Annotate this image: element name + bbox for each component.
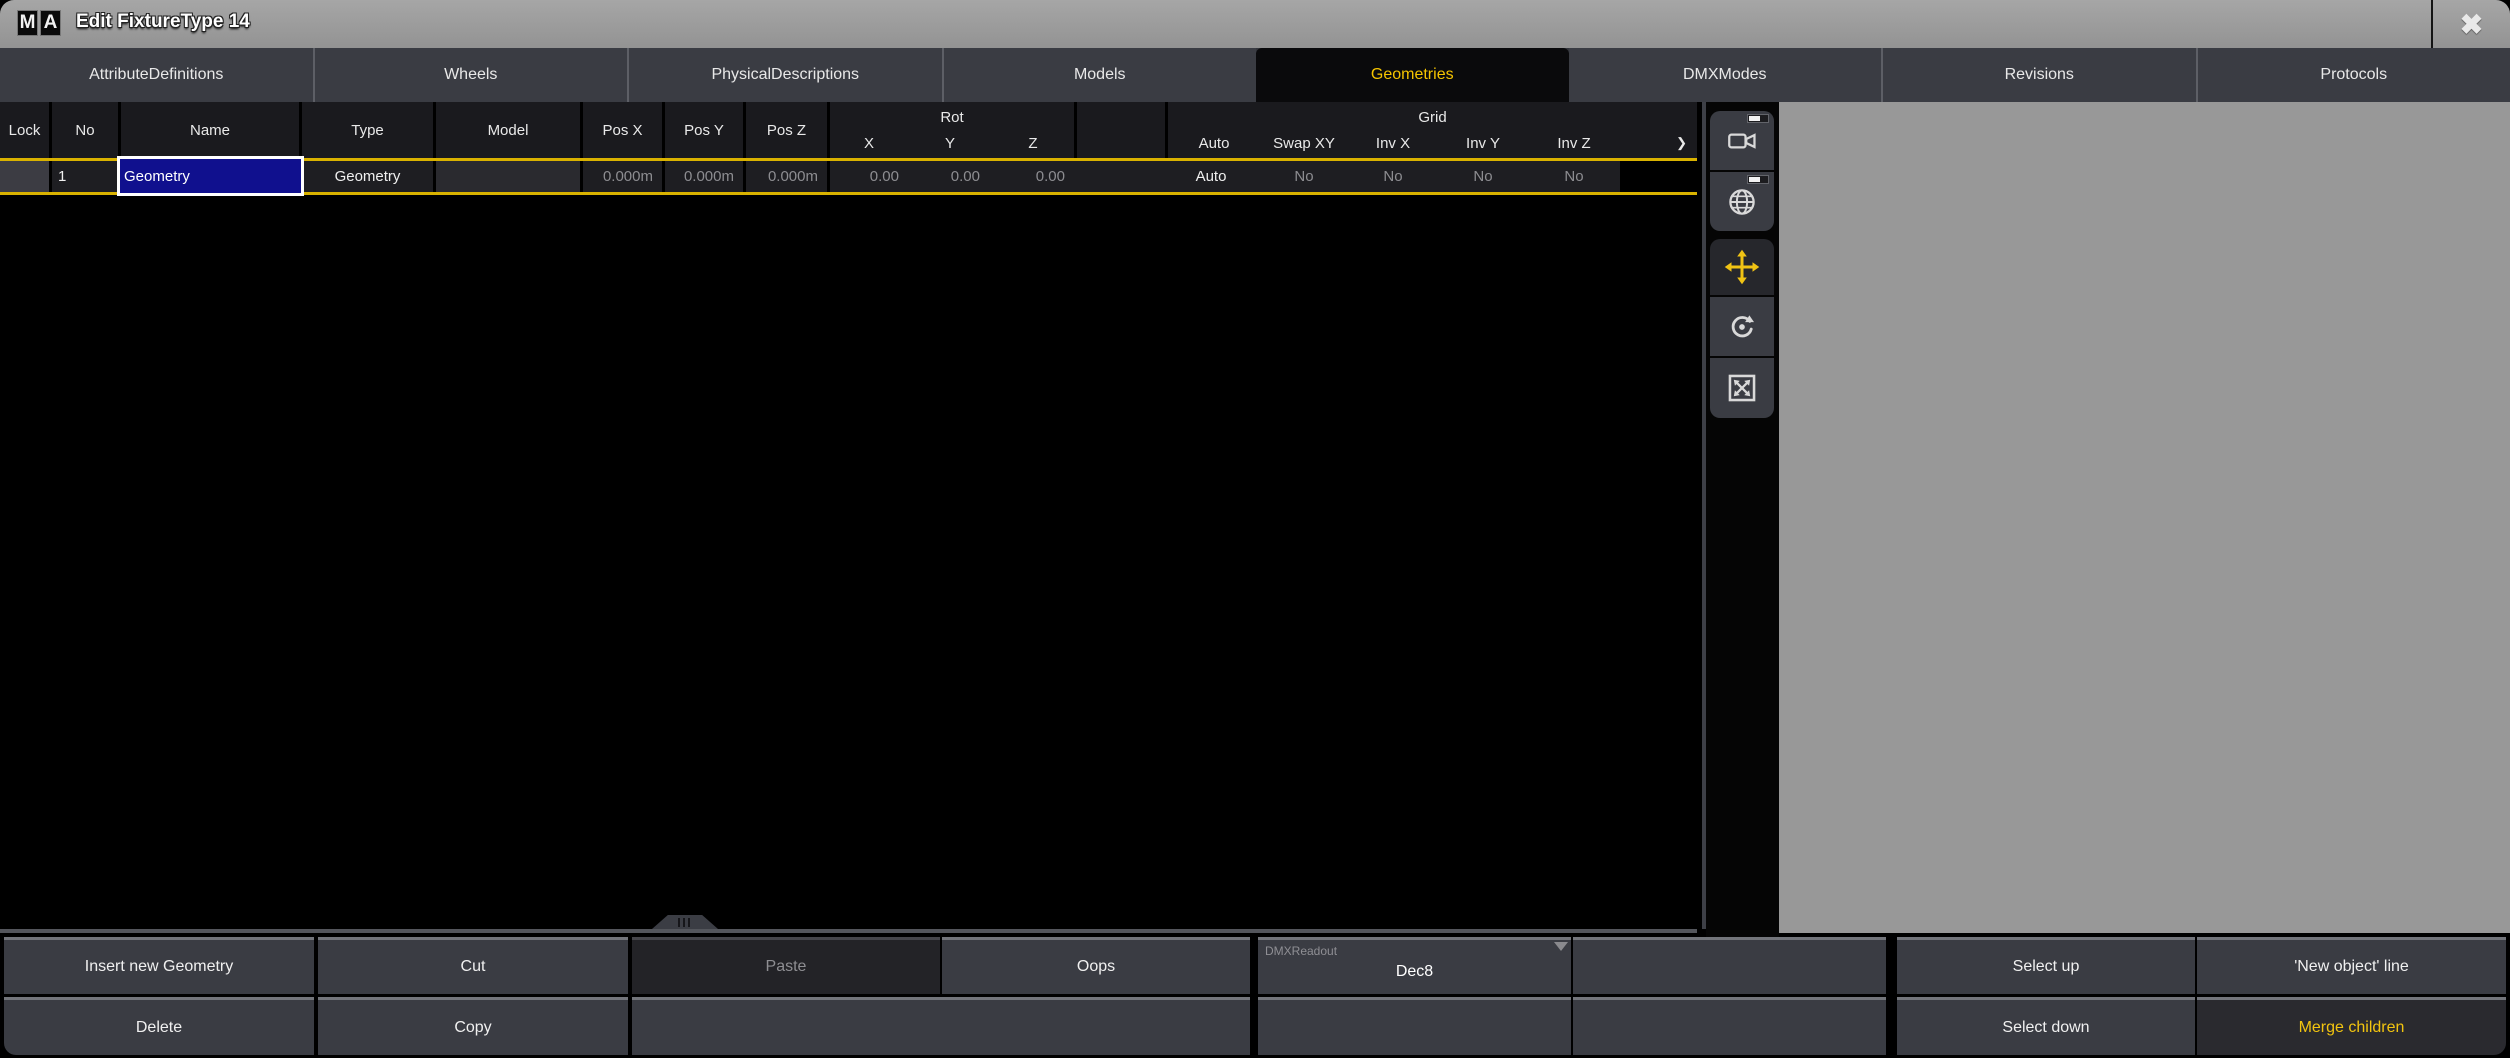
splitter-bar[interactable] bbox=[0, 929, 1697, 933]
col-header-lock: Lock bbox=[0, 102, 49, 158]
cell-rot-x[interactable]: 0.00 bbox=[830, 161, 908, 192]
globe-icon bbox=[1725, 185, 1759, 219]
tab-wheels[interactable]: Wheels bbox=[313, 48, 628, 102]
tab-physicaldescriptions[interactable]: PhysicalDescriptions bbox=[627, 48, 942, 102]
merge-children-toggle[interactable]: Merge children bbox=[2197, 997, 2506, 1055]
cell-inv-y[interactable]: No bbox=[1438, 161, 1528, 192]
dmx-readout-caption: DMXReadout bbox=[1265, 944, 1337, 958]
titlebar: M A Edit FixtureType 14 ✖ bbox=[0, 0, 2510, 48]
cell-model[interactable] bbox=[436, 161, 580, 192]
scale-icon bbox=[1725, 371, 1759, 405]
insert-new-geometry-button[interactable]: Insert new Geometry bbox=[4, 937, 314, 994]
geometries-content: Lock No Name Type Model Pos X Pos Y Pos … bbox=[0, 102, 2510, 937]
scale-tool-button[interactable] bbox=[1710, 358, 1774, 418]
ma-logo-m: M bbox=[17, 10, 38, 36]
col-header-spacer bbox=[1077, 102, 1165, 158]
cell-pos-y[interactable]: 0.000m bbox=[665, 161, 743, 192]
scroll-right-icon[interactable]: ❯ bbox=[1620, 130, 1697, 156]
tab-models[interactable]: Models bbox=[942, 48, 1257, 102]
ma-logo-a: A bbox=[40, 10, 61, 36]
camera-view-button[interactable] bbox=[1710, 111, 1774, 170]
cell-no[interactable]: 1 bbox=[52, 161, 118, 192]
window-title: Edit FixtureType 14 bbox=[76, 11, 250, 33]
cut-button[interactable]: Cut bbox=[318, 937, 628, 994]
move-tool-button[interactable] bbox=[1710, 239, 1774, 295]
rotate-icon bbox=[1725, 310, 1759, 344]
col-header-pos-z: Pos Z bbox=[746, 102, 827, 158]
cell-pos-x[interactable]: 0.000m bbox=[583, 161, 662, 192]
col-group-rot-label: Rot bbox=[830, 104, 1074, 130]
table-row: 1 Geometry Geometry 0.000m 0.000m 0.000m… bbox=[0, 161, 1697, 192]
tab-attributedefinitions[interactable]: AttributeDefinitions bbox=[0, 48, 313, 102]
tab-revisions[interactable]: Revisions bbox=[1881, 48, 2196, 102]
new-object-line-toggle[interactable]: 'New object' line bbox=[2197, 937, 2506, 994]
col-header-no: No bbox=[52, 102, 118, 158]
grip-line bbox=[678, 918, 680, 927]
dmx-readout-dropdown[interactable]: DMXReadout Dec8 bbox=[1258, 937, 1571, 994]
col-header-swap-xy: Swap XY bbox=[1260, 130, 1348, 156]
grip-line bbox=[683, 918, 685, 927]
cell-lock[interactable] bbox=[0, 161, 49, 192]
tab-protocols[interactable]: Protocols bbox=[2196, 48, 2510, 102]
splitter-drag-handle[interactable] bbox=[652, 915, 718, 929]
camera-toggle-indicator bbox=[1747, 114, 1769, 123]
camera-icon bbox=[1725, 124, 1759, 158]
ma-logo: M A bbox=[17, 10, 61, 36]
cell-auto[interactable]: Auto bbox=[1165, 161, 1257, 192]
oops-button[interactable]: Oops bbox=[942, 937, 1250, 994]
empty-button-slot bbox=[1258, 997, 1571, 1055]
cell-rot-z[interactable]: 0.00 bbox=[992, 161, 1074, 192]
viewport-3d[interactable] bbox=[1779, 102, 2510, 933]
col-header-inv-x: Inv X bbox=[1348, 130, 1438, 156]
tab-bar: AttributeDefinitions Wheels PhysicalDesc… bbox=[0, 48, 2510, 102]
col-header-rot-x: X bbox=[830, 130, 908, 156]
empty-button-slot bbox=[1573, 997, 1886, 1055]
col-group-grid-label: Grid bbox=[1168, 104, 1697, 130]
cell-pos-z[interactable]: 0.000m bbox=[746, 161, 827, 192]
delete-button[interactable]: Delete bbox=[4, 997, 314, 1055]
col-header-pos-x: Pos X bbox=[583, 102, 662, 158]
col-header-inv-y: Inv Y bbox=[1438, 130, 1528, 156]
cell-swap-xy[interactable]: No bbox=[1260, 161, 1348, 192]
col-header-model: Model bbox=[436, 102, 580, 158]
empty-button-slot bbox=[632, 997, 1250, 1055]
globe-toggle-indicator bbox=[1747, 175, 1769, 184]
move-icon bbox=[1724, 249, 1760, 285]
name-edit-field[interactable]: Geometry bbox=[117, 156, 304, 196]
cell-rot-y[interactable]: 0.00 bbox=[911, 161, 989, 192]
cell-type[interactable]: Geometry bbox=[302, 161, 433, 192]
paste-button[interactable]: Paste bbox=[632, 937, 940, 994]
col-header-type: Type bbox=[302, 102, 433, 158]
grip-line bbox=[688, 918, 690, 927]
edit-fixturetype-window: M A Edit FixtureType 14 ✖ AttributeDefin… bbox=[0, 0, 2510, 1058]
tab-geometries[interactable]: Geometries bbox=[1256, 48, 1569, 102]
tab-dmxmodes[interactable]: DMXModes bbox=[1569, 48, 1882, 102]
cell-inv-z[interactable]: No bbox=[1528, 161, 1620, 192]
cell-inv-x[interactable]: No bbox=[1348, 161, 1438, 192]
world-grid-button[interactable] bbox=[1710, 172, 1774, 231]
footer-button-bar: Insert new Geometry Cut Paste Oops DMXRe… bbox=[0, 937, 2510, 1058]
col-group-rot: Rot X Y Z bbox=[830, 102, 1074, 158]
table-header: Lock No Name Type Model Pos X Pos Y Pos … bbox=[0, 102, 1697, 158]
viewport-toolbar bbox=[1706, 102, 1779, 937]
col-group-grid: Grid Auto Swap XY Inv X Inv Y Inv Z ❯ bbox=[1168, 102, 1697, 158]
col-header-rot-z: Z bbox=[992, 130, 1074, 156]
select-up-button[interactable]: Select up bbox=[1897, 937, 2195, 994]
col-header-auto: Auto bbox=[1168, 130, 1260, 156]
dropdown-arrow-icon bbox=[1554, 942, 1568, 951]
dmx-readout-value: Dec8 bbox=[1396, 963, 1433, 981]
copy-button[interactable]: Copy bbox=[318, 997, 628, 1055]
select-down-button[interactable]: Select down bbox=[1897, 997, 2195, 1055]
col-header-name: Name bbox=[121, 102, 299, 158]
col-header-inv-z: Inv Z bbox=[1528, 130, 1620, 156]
col-header-pos-y: Pos Y bbox=[665, 102, 743, 158]
col-header-rot-y: Y bbox=[911, 130, 989, 156]
empty-button-slot bbox=[1573, 937, 1886, 994]
close-icon[interactable]: ✖ bbox=[2433, 0, 2510, 48]
rotate-tool-button[interactable] bbox=[1710, 297, 1774, 356]
cell-rot-grid-strip: 0.00 0.00 0.00 Auto No No No No bbox=[830, 161, 1620, 192]
